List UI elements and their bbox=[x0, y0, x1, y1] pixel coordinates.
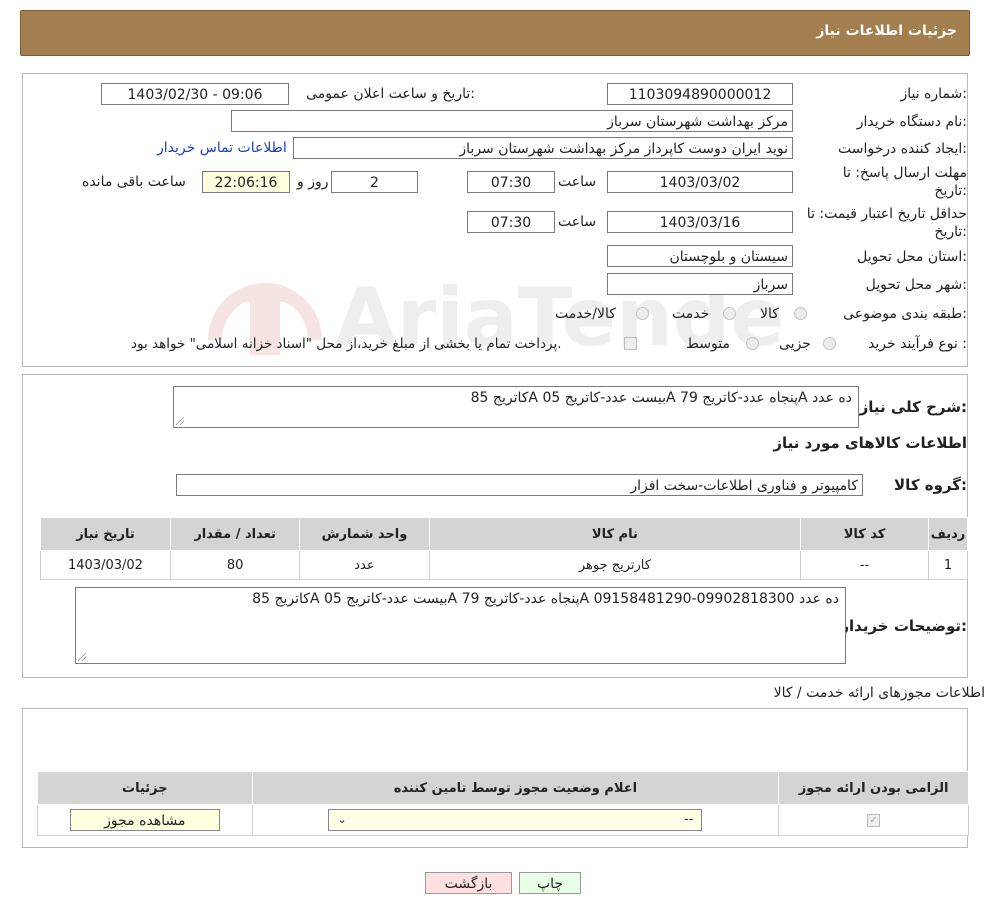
resize-grip-icon[interactable] bbox=[78, 653, 86, 661]
validity-label-date: تاریخ: bbox=[934, 224, 967, 240]
col-date: تاریخ نیاز bbox=[40, 517, 171, 551]
city-label: شهر محل تحویل: bbox=[865, 277, 967, 293]
col-permit-required: الزامی بودن ارائه مجوز bbox=[778, 771, 969, 805]
days-remaining-field: 2 bbox=[331, 171, 418, 193]
buyer-org-field: مرکز بهداشت شهرستان سرباز bbox=[231, 110, 793, 132]
process-radio-minor[interactable] bbox=[823, 337, 836, 350]
deadline-label: مهلت ارسال پاسخ: تا bbox=[842, 165, 967, 181]
cell-permit-required: ✓ bbox=[778, 804, 969, 836]
validity-time-field: 07:30 bbox=[467, 211, 555, 233]
cell-permit-status: -- ⌄ bbox=[251, 804, 780, 836]
category-radio-goods[interactable] bbox=[794, 307, 807, 320]
creator-label: ایجاد کننده درخواست: bbox=[838, 141, 967, 157]
permit-status-value: -- bbox=[684, 812, 694, 827]
col-unit: واحد شمارش bbox=[299, 517, 430, 551]
remaining-time-field: 22:06:16 bbox=[202, 171, 290, 193]
deadline-date-field: 1403/03/02 bbox=[607, 171, 793, 193]
category-radio-goods-service[interactable] bbox=[636, 307, 649, 320]
category-option-goods: کالا bbox=[760, 306, 779, 322]
category-option-service: خدمت bbox=[672, 306, 710, 322]
permit-status-select[interactable]: -- ⌄ bbox=[328, 809, 703, 831]
deadline-label-date: تاریخ: bbox=[934, 183, 967, 199]
summary-textarea: کاتریج 85A بیست عدد-کاتریج 05A پنجاه عدد… bbox=[173, 386, 859, 428]
validity-time-label: ساعت bbox=[558, 214, 597, 230]
province-label: استان محل تحویل: bbox=[857, 249, 967, 265]
table-row: ✓ -- ⌄ مشاهده مجوز bbox=[37, 804, 969, 836]
cell-date: 1403/03/02 bbox=[40, 550, 171, 580]
table-row: 1 -- کارتریج جوهر عدد 80 1403/03/02 bbox=[40, 550, 968, 580]
deadline-time-label: ساعت bbox=[558, 174, 597, 190]
buyer-notes-text: کاتریج 85A بیست عدد-کاتریج 05A پنجاه عدد… bbox=[252, 591, 839, 607]
group-field: کامپیوتر و فناوری اطلاعات-سخت افزار bbox=[176, 474, 863, 496]
buyer-notes-textarea: کاتریج 85A بیست عدد-کاتریج 05A پنجاه عدد… bbox=[75, 587, 846, 664]
validity-date-field: 1403/03/16 bbox=[607, 211, 793, 233]
validity-label: حداقل تاریخ اعتبار قیمت: تا bbox=[806, 206, 967, 222]
group-label: گروه کالا: bbox=[894, 476, 967, 494]
permits-table: الزامی بودن ارائه مجوز اعلام وضعیت مجوز … bbox=[37, 771, 969, 836]
goods-section-title: اطلاعات کالاهای مورد نیاز bbox=[773, 434, 967, 452]
deadline-time-field: 07:30 bbox=[467, 171, 555, 193]
category-label: طبقه بندی موضوعی: bbox=[843, 306, 967, 322]
col-row: ردیف bbox=[928, 517, 968, 551]
back-button[interactable]: بازگشت bbox=[425, 872, 512, 894]
announce-label: تاریخ و ساعت اعلان عمومی: bbox=[306, 86, 475, 102]
permit-required-checkbox[interactable]: ✓ bbox=[867, 813, 881, 827]
buyer-notes-label: توضیحات خریدار: bbox=[840, 617, 967, 635]
province-field: سیستان و بلوچستان bbox=[607, 245, 793, 267]
page-title: جزئیات اطلاعات نیاز bbox=[816, 23, 957, 39]
col-permit-status: اعلام وضعیت مجوز توسط تامین کننده bbox=[251, 771, 780, 805]
cell-qty: 80 bbox=[169, 550, 301, 580]
cell-code: -- bbox=[800, 550, 930, 580]
chevron-down-icon: ⌄ bbox=[337, 813, 347, 826]
category-option-goods-service: کالا/خدمت bbox=[555, 306, 616, 322]
category-radio-service[interactable] bbox=[723, 307, 736, 320]
permits-title: اطلاعات مجوزهای ارائه خدمت / کالا bbox=[773, 685, 985, 701]
announce-datetime-field: 1403/02/30 - 09:06 bbox=[101, 83, 289, 105]
goods-table: ردیف کد کالا نام کالا واحد شمارش تعداد /… bbox=[40, 517, 968, 580]
remaining-time-label: ساعت باقی مانده bbox=[82, 174, 186, 190]
view-permit-button[interactable]: مشاهده مجوز bbox=[69, 809, 220, 831]
summary-label: شرح کلی نیاز: bbox=[859, 398, 967, 416]
cell-unit: عدد bbox=[299, 550, 430, 580]
process-radio-medium[interactable] bbox=[746, 337, 759, 350]
creator-field: نوید ایران دوست کاپرداز مرکز بهداشت شهرس… bbox=[293, 137, 793, 159]
process-option-minor: جزیی bbox=[779, 336, 811, 352]
days-label: روز و bbox=[297, 174, 329, 190]
page-header: جزئیات اطلاعات نیاز bbox=[20, 10, 970, 56]
print-button[interactable]: چاپ bbox=[519, 872, 581, 894]
col-permit-details: جزئیات bbox=[37, 771, 253, 805]
process-option-medium: متوسط bbox=[686, 336, 730, 352]
need-number-field: 1103094890000012 bbox=[607, 83, 793, 105]
need-number-label: شماره نیاز: bbox=[900, 86, 967, 102]
cell-name: کارتریج جوهر bbox=[428, 550, 802, 580]
process-label: نوع فرآیند خرید : bbox=[868, 336, 967, 352]
city-field: سرباز bbox=[607, 273, 793, 295]
buyer-contact-link[interactable]: اطلاعات تماس خریدار bbox=[157, 140, 287, 156]
col-code: کد کالا bbox=[800, 517, 930, 551]
permits-table-header: الزامی بودن ارائه مجوز اعلام وضعیت مجوز … bbox=[37, 771, 969, 805]
goods-table-header: ردیف کد کالا نام کالا واحد شمارش تعداد /… bbox=[40, 517, 968, 551]
col-name: نام کالا bbox=[428, 517, 802, 551]
cell-row: 1 bbox=[928, 550, 968, 580]
resize-grip-icon[interactable] bbox=[176, 417, 184, 425]
process-note: پرداخت تمام یا بخشی از مبلغ خرید،از محل … bbox=[131, 336, 562, 352]
cell-permit-details: مشاهده مجوز bbox=[37, 804, 253, 836]
summary-text: کاتریج 85A بیست عدد-کاتریج 05A پنجاه عدد… bbox=[470, 390, 852, 406]
col-qty: تعداد / مقدار bbox=[169, 517, 301, 551]
buyer-org-label: نام دستگاه خریدار: bbox=[856, 114, 967, 130]
treasury-checkbox[interactable] bbox=[624, 337, 637, 350]
